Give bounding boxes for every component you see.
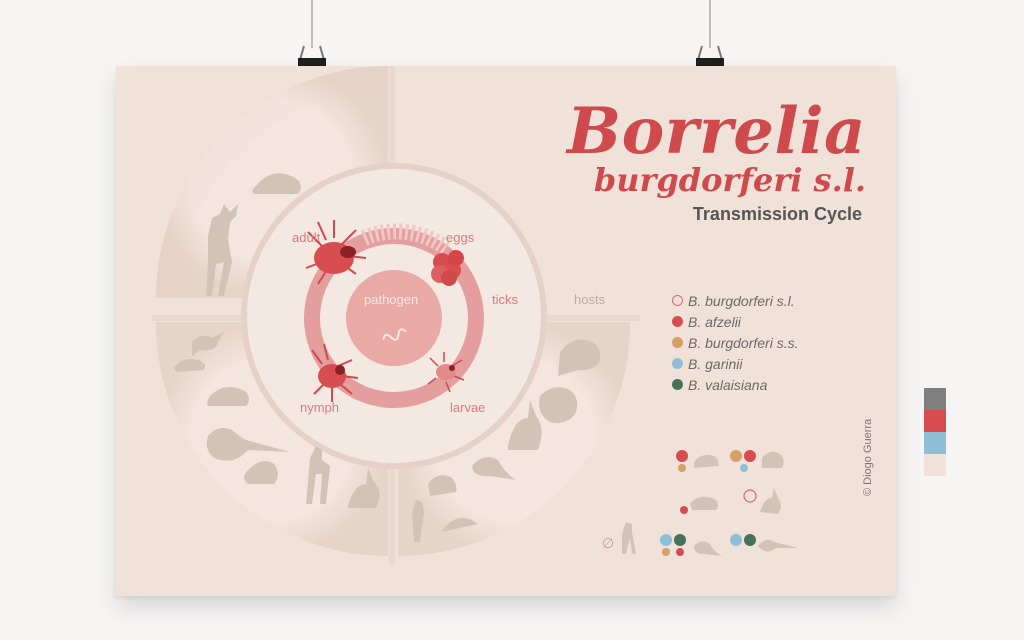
legend-dot-red <box>672 316 683 327</box>
legend-dot-green <box>672 379 683 390</box>
poster-title: Borrelia <box>566 94 866 169</box>
label-adult: adult <box>292 230 321 245</box>
hanging-wire-left <box>311 0 313 48</box>
pheasant-icon <box>758 539 798 552</box>
swatch-red <box>924 410 946 432</box>
label-ticks: ticks <box>492 292 518 307</box>
poster-caption: Transmission Cycle <box>692 204 862 224</box>
label-larvae: larvae <box>450 400 486 415</box>
label-nymph: nymph <box>300 400 340 415</box>
poster: ∅ adult eggs pathogen ticks hosts nymph … <box>116 66 896 596</box>
credit-text: © Diogo Guerra <box>862 418 874 496</box>
poster-subtitle: burgdorferi s.l. <box>593 161 866 199</box>
legend-dot-orange <box>672 337 683 348</box>
legend-item: B. valaisiana <box>672 374 799 395</box>
color-swatches <box>924 388 946 476</box>
hedgehog-icon <box>690 496 718 510</box>
label-eggs: eggs <box>446 230 475 245</box>
squirrel-icon <box>762 451 784 468</box>
label-hosts: hosts <box>574 292 606 307</box>
legend-label: B. garinii <box>688 355 743 372</box>
swatch-blue <box>924 432 946 454</box>
legend-item: B. burgdorferi s.s. <box>672 332 799 353</box>
legend-dot-blue <box>672 358 683 369</box>
mouse-icon <box>694 454 719 468</box>
legend-label: B. burgdorferi s.l. <box>688 292 795 309</box>
squirrel-icon <box>539 387 578 423</box>
svg-text:∅: ∅ <box>602 536 614 552</box>
legend-item: B. burgdorferi s.l. <box>672 290 799 311</box>
bird-icon <box>694 541 722 556</box>
legend-dot-outline <box>672 295 683 306</box>
legend-label: B. valaisiana <box>688 376 768 393</box>
deer-icon <box>622 522 636 554</box>
hanging-wire-right <box>709 0 711 48</box>
swatch-grey <box>924 388 946 410</box>
pathogen-core <box>346 270 442 366</box>
legend-label: B. afzelii <box>688 313 741 330</box>
label-pathogen: pathogen <box>364 292 419 307</box>
rabbit-icon <box>760 488 781 514</box>
legend-item: B. garinii <box>672 353 799 374</box>
legend: B. burgdorferi s.l. B. afzelii B. burgdo… <box>672 290 799 395</box>
legend-label: B. burgdorferi s.s. <box>688 334 799 351</box>
swatch-beige <box>924 454 946 476</box>
legend-item: B. afzelii <box>672 311 799 332</box>
